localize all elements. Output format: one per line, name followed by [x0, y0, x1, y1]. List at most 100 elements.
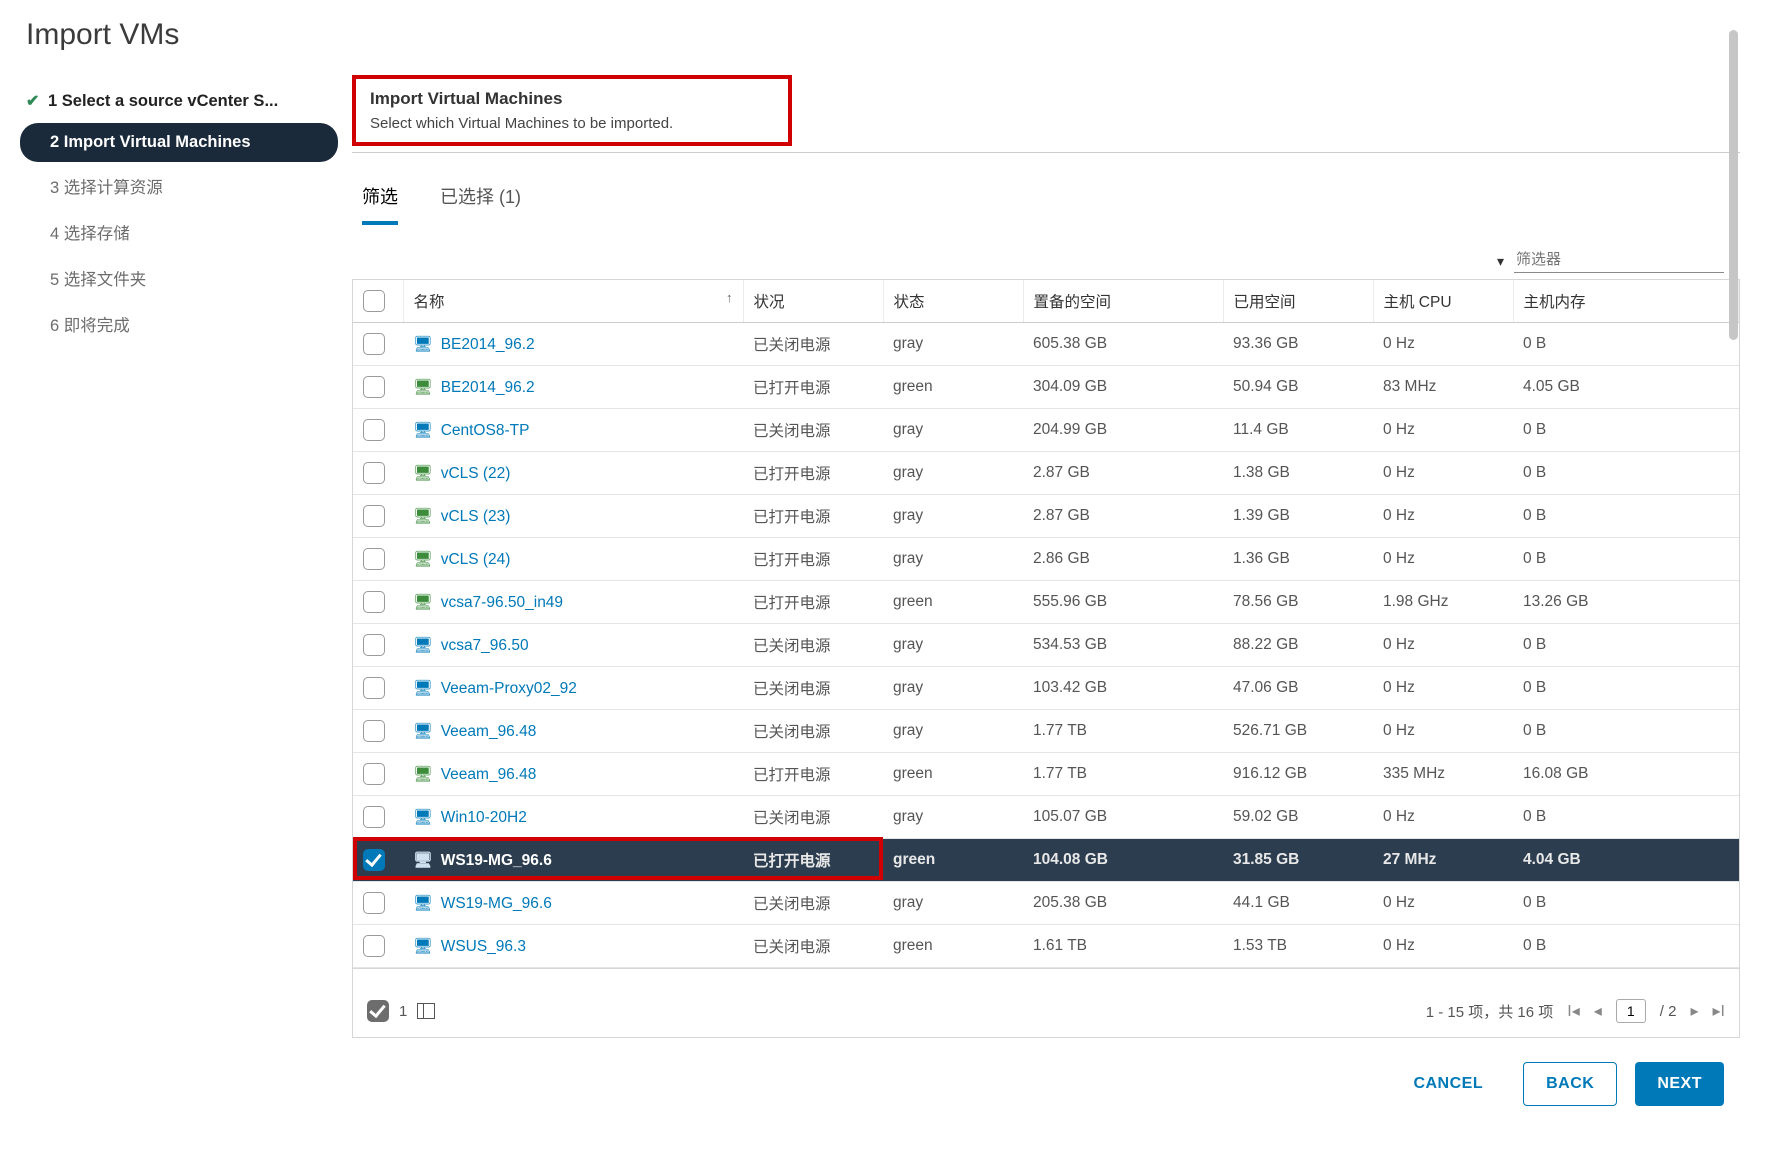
- vm-name[interactable]: CentOS8-TP: [441, 422, 530, 439]
- vm-name[interactable]: vCLS (23): [441, 508, 511, 525]
- row-checkbox[interactable]: [363, 806, 385, 828]
- row-checkbox[interactable]: [363, 935, 385, 957]
- row-checkbox[interactable]: [363, 677, 385, 699]
- table-row[interactable]: 🖥vCLS (24)已打开电源gray2.86 GB1.36 GB0 Hz0 B: [353, 538, 1739, 581]
- vm-used: 11.4 GB: [1223, 409, 1373, 452]
- vm-state: gray: [883, 624, 1023, 667]
- col-power[interactable]: 状况: [743, 280, 883, 323]
- vm-power-state: 已关闭电源: [743, 667, 883, 710]
- vm-cpu: 0 Hz: [1373, 796, 1513, 839]
- scrollbar[interactable]: [1729, 30, 1738, 340]
- wizard-step-label: 6 即将完成: [50, 312, 130, 336]
- vm-name[interactable]: vcsa7-96.50_in49: [441, 594, 563, 611]
- vm-name[interactable]: Win10-20H2: [441, 809, 527, 826]
- vm-mem: 0 B: [1513, 452, 1739, 495]
- vm-power-state: 已打开电源: [743, 839, 883, 882]
- vm-name[interactable]: WSUS_96.3: [441, 938, 526, 955]
- col-checkbox-header[interactable]: [353, 280, 403, 323]
- row-checkbox[interactable]: [363, 634, 385, 656]
- row-checkbox[interactable]: [363, 333, 385, 355]
- table-row[interactable]: 🖥Win10-20H2已关闭电源gray105.07 GB59.02 GB0 H…: [353, 796, 1739, 839]
- pager-page-input[interactable]: [1616, 999, 1646, 1023]
- row-checkbox[interactable]: [363, 505, 385, 527]
- vm-on-icon: 🖥: [413, 379, 433, 396]
- table-row[interactable]: 🖥vcsa7_96.50已关闭电源gray534.53 GB88.22 GB0 …: [353, 624, 1739, 667]
- col-state[interactable]: 状态: [883, 280, 1023, 323]
- table-row[interactable]: 🖥Veeam_96.48已关闭电源gray1.77 TB526.71 GB0 H…: [353, 710, 1739, 753]
- pager-last-icon[interactable]: ▸I: [1713, 1001, 1725, 1021]
- vm-provisioned: 205.38 GB: [1023, 882, 1223, 925]
- vm-name[interactable]: vcsa7_96.50: [441, 637, 529, 654]
- col-mem[interactable]: 主机内存: [1513, 280, 1739, 323]
- vm-name[interactable]: vCLS (22): [441, 465, 511, 482]
- wizard-step[interactable]: 2 Import Virtual Machines: [20, 123, 338, 162]
- next-button[interactable]: NEXT: [1635, 1062, 1724, 1106]
- table-row[interactable]: 🖥BE2014_96.2已关闭电源gray605.38 GB93.36 GB0 …: [353, 323, 1739, 366]
- vm-power-state: 已关闭电源: [743, 323, 883, 366]
- row-checkbox[interactable]: [363, 591, 385, 613]
- tab-filter[interactable]: 筛选: [362, 175, 398, 225]
- vm-name[interactable]: Veeam-Proxy02_92: [441, 680, 577, 697]
- vm-name[interactable]: BE2014_96.2: [441, 379, 535, 396]
- table-row[interactable]: 🖥Veeam-Proxy02_92已关闭电源gray103.42 GB47.06…: [353, 667, 1739, 710]
- tab-selected[interactable]: 已选择 (1): [440, 175, 521, 225]
- vm-name[interactable]: WS19-MG_96.6: [441, 852, 552, 869]
- table-row[interactable]: 🖥WS19-MG_96.6已打开电源green104.08 GB31.85 GB…: [353, 839, 1739, 882]
- table-row[interactable]: 🖥vCLS (22)已打开电源gray2.87 GB1.38 GB0 Hz0 B: [353, 452, 1739, 495]
- pager-prev-icon[interactable]: ◂: [1594, 1001, 1602, 1021]
- vm-name[interactable]: vCLS (24): [441, 551, 511, 568]
- vm-state: green: [883, 753, 1023, 796]
- table-row[interactable]: 🖥WSUS_96.3已关闭电源green1.61 TB1.53 TB0 Hz0 …: [353, 925, 1739, 968]
- row-checkbox[interactable]: [363, 419, 385, 441]
- table-row[interactable]: 🖥vCLS (23)已打开电源gray2.87 GB1.39 GB0 Hz0 B: [353, 495, 1739, 538]
- cancel-button[interactable]: CANCEL: [1391, 1062, 1505, 1106]
- vm-off-icon: 🖥: [413, 723, 433, 740]
- section-title: Import Virtual Machines: [370, 89, 774, 109]
- back-button[interactable]: BACK: [1523, 1062, 1617, 1106]
- col-name[interactable]: 名称↑: [403, 280, 743, 323]
- row-checkbox[interactable]: [363, 892, 385, 914]
- vm-provisioned: 2.87 GB: [1023, 452, 1223, 495]
- vm-power-state: 已打开电源: [743, 538, 883, 581]
- pager-first-icon[interactable]: I◂: [1567, 1001, 1579, 1021]
- row-checkbox[interactable]: [363, 548, 385, 570]
- table-row[interactable]: 🖥BE2014_96.2已打开电源green304.09 GB50.94 GB8…: [353, 366, 1739, 409]
- table-row[interactable]: 🖥Veeam_96.48已打开电源green1.77 TB916.12 GB33…: [353, 753, 1739, 796]
- vm-power-state: 已关闭电源: [743, 925, 883, 968]
- column-toggle-icon[interactable]: [417, 1003, 435, 1019]
- wizard-step-label: 1 Select a source vCenter S...: [48, 92, 278, 111]
- wizard-step[interactable]: 5 选择文件夹: [20, 256, 338, 300]
- wizard-step[interactable]: 4 选择存储: [20, 210, 338, 254]
- table-row[interactable]: 🖥vcsa7-96.50_in49已打开电源green555.96 GB78.5…: [353, 581, 1739, 624]
- vm-provisioned: 103.42 GB: [1023, 667, 1223, 710]
- vm-name[interactable]: Veeam_96.48: [441, 766, 537, 783]
- filter-input[interactable]: [1514, 249, 1724, 273]
- vm-mem: 0 B: [1513, 323, 1739, 366]
- col-provisioned[interactable]: 置备的空间: [1023, 280, 1223, 323]
- vm-provisioned: 2.87 GB: [1023, 495, 1223, 538]
- wizard-step[interactable]: 6 即将完成: [20, 302, 338, 346]
- vm-mem: 0 B: [1513, 710, 1739, 753]
- row-checkbox[interactable]: [363, 763, 385, 785]
- row-checkbox[interactable]: [363, 462, 385, 484]
- filter-icon[interactable]: ▾: [1497, 253, 1504, 270]
- col-cpu[interactable]: 主机 CPU: [1373, 280, 1513, 323]
- vm-mem: 0 B: [1513, 624, 1739, 667]
- vm-name[interactable]: Veeam_96.48: [441, 723, 537, 740]
- row-checkbox[interactable]: [363, 376, 385, 398]
- checkbox-icon[interactable]: [363, 290, 385, 312]
- col-used[interactable]: 已用空间: [1223, 280, 1373, 323]
- vm-name[interactable]: WS19-MG_96.6: [441, 895, 552, 912]
- wizard-step[interactable]: 3 选择计算资源: [20, 164, 338, 208]
- vm-table: 名称↑ 状况 状态 置备的空间 已用空间 主机 CPU 主机内存 🖥 BE2014…: [352, 279, 1740, 1038]
- row-checkbox[interactable]: [363, 849, 385, 871]
- vm-off-icon: 🖥: [413, 938, 433, 955]
- row-checkbox[interactable]: [363, 720, 385, 742]
- vm-off-icon: 🖥: [413, 422, 433, 439]
- table-row[interactable]: 🖥CentOS8-TP已关闭电源gray204.99 GB11.4 GB0 Hz…: [353, 409, 1739, 452]
- vm-provisioned: 605.38 GB: [1023, 323, 1223, 366]
- vm-name[interactable]: BE2014_96.2: [441, 336, 535, 353]
- pager-next-icon[interactable]: ▸: [1690, 1001, 1698, 1021]
- table-row[interactable]: 🖥WS19-MG_96.6已关闭电源gray205.38 GB44.1 GB0 …: [353, 882, 1739, 925]
- wizard-step[interactable]: ✔1 Select a source vCenter S...: [20, 81, 338, 121]
